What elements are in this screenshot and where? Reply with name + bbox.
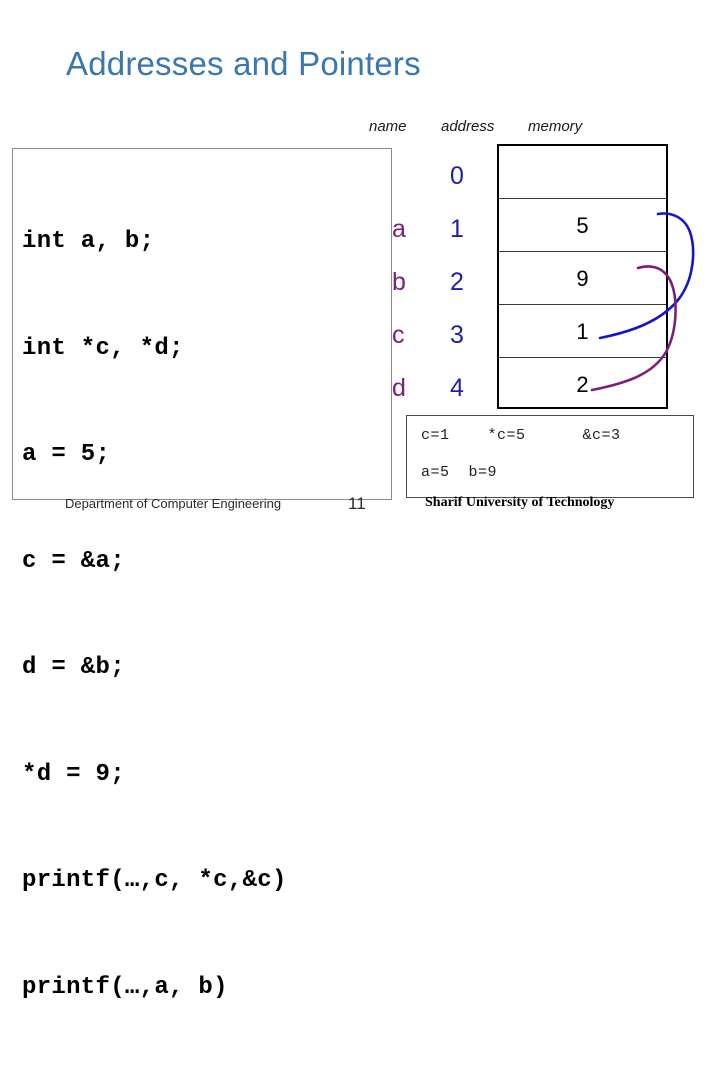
code-line: printf(…,a, b)	[22, 973, 228, 1001]
code-listing: int a, b; int *c, *d; a = 5; c = &a; d =…	[22, 153, 287, 1076]
address-row-1: 1	[450, 215, 464, 243]
program-output-box: c=1 *c=5 &c=3 a=5 b=9	[406, 415, 694, 498]
memory-cell-row-3: 1	[499, 305, 666, 358]
address-row-0: 0	[450, 162, 464, 190]
variable-name-row-3: c	[392, 321, 405, 349]
output-line-2: a=5 b=9	[421, 464, 498, 481]
page-title: Addresses and Pointers	[66, 45, 421, 82]
column-header-name: name	[369, 118, 407, 135]
column-header-memory: memory	[528, 118, 583, 135]
code-line: a = 5;	[22, 441, 111, 468]
code-line: int a, b;	[22, 228, 155, 255]
address-row-3: 3	[450, 321, 464, 349]
code-line: *d = 9;	[22, 760, 125, 788]
footer-university: Sharif University of Technology	[425, 495, 615, 510]
footer-department: Department of Computer Engineering	[65, 496, 282, 511]
code-line: printf(…,c, *c,&c)	[22, 867, 287, 894]
variable-name-row-2: b	[392, 268, 406, 296]
code-line: d = &b;	[22, 654, 125, 681]
memory-cell-row-4: 2	[576, 372, 589, 397]
code-line: int *c, *d;	[22, 334, 184, 362]
address-row-4: 4	[450, 374, 464, 402]
memory-cell-row-2: 9	[499, 252, 666, 305]
footer-page-number: 11	[348, 494, 366, 513]
memory-cell-row-1: 5	[499, 199, 666, 252]
code-line: c = &a;	[22, 547, 125, 575]
address-row-2: 2	[450, 268, 464, 296]
variable-name-row-1: a	[392, 215, 406, 243]
output-line-1: c=1 *c=5 &c=3	[421, 427, 621, 444]
memory-table: 5 9 1 2	[497, 144, 668, 409]
code-listing-box: int a, b; int *c, *d; a = 5; c = &a; d =…	[12, 148, 392, 1001]
column-header-address: address	[441, 118, 495, 135]
memory-cell-row-0	[499, 146, 666, 199]
slide-canvas: Addresses and Pointers int a, b; int *c,…	[0, 0, 720, 1001]
variable-name-row-4: d	[392, 374, 406, 402]
